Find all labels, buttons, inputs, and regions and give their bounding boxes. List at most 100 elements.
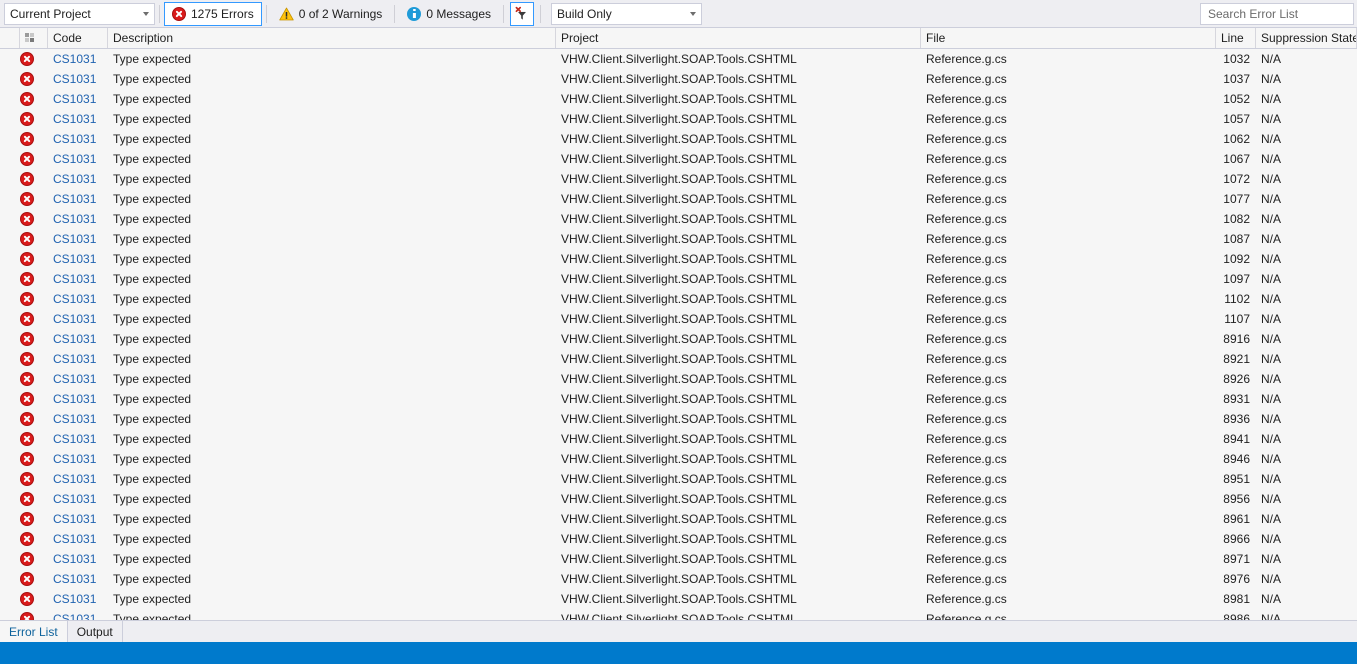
error-code-link[interactable]: CS1031: [53, 552, 96, 566]
cell-code[interactable]: CS1031: [48, 309, 108, 329]
error-code-link[interactable]: CS1031: [53, 312, 96, 326]
cell-code[interactable]: CS1031: [48, 469, 108, 489]
cell-code[interactable]: CS1031: [48, 189, 108, 209]
errors-toggle-button[interactable]: 1275 Errors: [164, 1, 262, 26]
cell-code[interactable]: CS1031: [48, 69, 108, 89]
error-code-link[interactable]: CS1031: [53, 232, 96, 246]
error-code-link[interactable]: CS1031: [53, 492, 96, 506]
error-code-link[interactable]: CS1031: [53, 52, 96, 66]
table-row[interactable]: CS1031 Type expected VHW.Client.Silverligh…: [0, 129, 1357, 149]
table-row[interactable]: CS1031 Type expected VHW.Client.Silverligh…: [0, 589, 1357, 609]
error-code-link[interactable]: CS1031: [53, 192, 96, 206]
cell-code[interactable]: CS1031: [48, 49, 108, 69]
error-code-link[interactable]: CS1031: [53, 392, 96, 406]
table-row[interactable]: CS1031 Type expected VHW.Client.Silverligh…: [0, 269, 1357, 289]
cell-code[interactable]: CS1031: [48, 509, 108, 529]
error-code-link[interactable]: CS1031: [53, 152, 96, 166]
table-row[interactable]: CS1031 Type expected VHW.Client.Silverligh…: [0, 329, 1357, 349]
cell-code[interactable]: CS1031: [48, 369, 108, 389]
table-row[interactable]: CS1031 Type expected VHW.Client.Silverligh…: [0, 149, 1357, 169]
table-row[interactable]: CS1031 Type expected VHW.Client.Silverligh…: [0, 349, 1357, 369]
column-header-project[interactable]: Project: [556, 28, 921, 48]
table-row[interactable]: CS1031 Type expected VHW.Client.Silverligh…: [0, 509, 1357, 529]
cell-code[interactable]: CS1031: [48, 149, 108, 169]
table-row[interactable]: CS1031 Type expected VHW.Client.Silverligh…: [0, 489, 1357, 509]
cell-code[interactable]: CS1031: [48, 209, 108, 229]
cell-code[interactable]: CS1031: [48, 549, 108, 569]
error-code-link[interactable]: CS1031: [53, 292, 96, 306]
cell-code[interactable]: CS1031: [48, 389, 108, 409]
error-code-link[interactable]: CS1031: [53, 612, 96, 620]
table-row[interactable]: CS1031 Type expected VHW.Client.Silverligh…: [0, 69, 1357, 89]
cell-code[interactable]: CS1031: [48, 249, 108, 269]
error-code-link[interactable]: CS1031: [53, 112, 96, 126]
cell-code[interactable]: CS1031: [48, 449, 108, 469]
table-row[interactable]: CS1031 Type expected VHW.Client.Silverligh…: [0, 549, 1357, 569]
column-header-suppression-state[interactable]: Suppression State: [1256, 28, 1357, 48]
error-code-link[interactable]: CS1031: [53, 412, 96, 426]
messages-toggle-button[interactable]: 0 Messages: [399, 2, 499, 26]
warnings-toggle-button[interactable]: 0 of 2 Warnings: [271, 2, 391, 26]
cell-code[interactable]: CS1031: [48, 589, 108, 609]
error-code-link[interactable]: CS1031: [53, 452, 96, 466]
cell-code[interactable]: CS1031: [48, 269, 108, 289]
error-code-link[interactable]: CS1031: [53, 92, 96, 106]
cell-code[interactable]: CS1031: [48, 329, 108, 349]
table-row[interactable]: CS1031 Type expected VHW.Client.Silverligh…: [0, 209, 1357, 229]
error-code-link[interactable]: CS1031: [53, 532, 96, 546]
error-code-link[interactable]: CS1031: [53, 72, 96, 86]
error-code-link[interactable]: CS1031: [53, 252, 96, 266]
table-row[interactable]: CS1031 Type expected VHW.Client.Silverligh…: [0, 569, 1357, 589]
table-row[interactable]: CS1031 Type expected VHW.Client.Silverligh…: [0, 449, 1357, 469]
error-code-link[interactable]: CS1031: [53, 512, 96, 526]
clear-filter-button[interactable]: [510, 1, 535, 26]
table-row[interactable]: CS1031 Type expected VHW.Client.Silverligh…: [0, 229, 1357, 249]
tab-output[interactable]: Output: [67, 621, 123, 642]
scope-filter-dropdown[interactable]: Current Project: [4, 2, 155, 25]
table-row[interactable]: CS1031 Type expected VHW.Client.Silverligh…: [0, 389, 1357, 409]
table-row[interactable]: CS1031 Type expected VHW.Client.Silverligh…: [0, 309, 1357, 329]
column-header-code[interactable]: Code: [48, 28, 108, 48]
table-row[interactable]: CS1031 Type expected VHW.Client.Silverligh…: [0, 169, 1357, 189]
table-row[interactable]: CS1031 Type expected VHW.Client.Silverligh…: [0, 89, 1357, 109]
cell-code[interactable]: CS1031: [48, 349, 108, 369]
search-box[interactable]: [1200, 3, 1354, 25]
cell-code[interactable]: CS1031: [48, 89, 108, 109]
cell-code[interactable]: CS1031: [48, 609, 108, 620]
table-row[interactable]: CS1031 Type expected VHW.Client.Silverligh…: [0, 529, 1357, 549]
table-row[interactable]: CS1031 Type expected VHW.Client.Silverligh…: [0, 409, 1357, 429]
table-row[interactable]: CS1031 Type expected VHW.Client.Silverligh…: [0, 429, 1357, 449]
error-code-link[interactable]: CS1031: [53, 572, 96, 586]
build-filter-dropdown[interactable]: Build Only: [551, 2, 703, 25]
cell-code[interactable]: CS1031: [48, 569, 108, 589]
error-code-link[interactable]: CS1031: [53, 372, 96, 386]
cell-code[interactable]: CS1031: [48, 529, 108, 549]
error-code-link[interactable]: CS1031: [53, 432, 96, 446]
error-code-link[interactable]: CS1031: [53, 472, 96, 486]
cell-code[interactable]: CS1031: [48, 289, 108, 309]
table-row[interactable]: CS1031 Type expected VHW.Client.Silverligh…: [0, 369, 1357, 389]
error-code-link[interactable]: CS1031: [53, 332, 96, 346]
column-header-line[interactable]: Line: [1216, 28, 1256, 48]
table-row[interactable]: CS1031 Type expected VHW.Client.Silverligh…: [0, 289, 1357, 309]
tab-error-list[interactable]: Error List: [0, 621, 68, 642]
table-row[interactable]: CS1031 Type expected VHW.Client.Silverligh…: [0, 609, 1357, 620]
table-row[interactable]: CS1031 Type expected VHW.Client.Silverligh…: [0, 109, 1357, 129]
table-row[interactable]: CS1031 Type expected VHW.Client.Silverligh…: [0, 49, 1357, 69]
column-header-description[interactable]: Description: [108, 28, 556, 48]
column-header-severity[interactable]: [20, 28, 48, 48]
error-code-link[interactable]: CS1031: [53, 272, 96, 286]
table-row[interactable]: CS1031 Type expected VHW.Client.Silverligh…: [0, 469, 1357, 489]
cell-code[interactable]: CS1031: [48, 229, 108, 249]
cell-code[interactable]: CS1031: [48, 169, 108, 189]
cell-code[interactable]: CS1031: [48, 429, 108, 449]
table-row[interactable]: CS1031 Type expected VHW.Client.Silverligh…: [0, 189, 1357, 209]
error-code-link[interactable]: CS1031: [53, 352, 96, 366]
error-code-link[interactable]: CS1031: [53, 592, 96, 606]
error-code-link[interactable]: CS1031: [53, 172, 96, 186]
error-code-link[interactable]: CS1031: [53, 212, 96, 226]
column-header-gutter[interactable]: [0, 28, 20, 48]
cell-code[interactable]: CS1031: [48, 489, 108, 509]
cell-code[interactable]: CS1031: [48, 409, 108, 429]
cell-code[interactable]: CS1031: [48, 109, 108, 129]
